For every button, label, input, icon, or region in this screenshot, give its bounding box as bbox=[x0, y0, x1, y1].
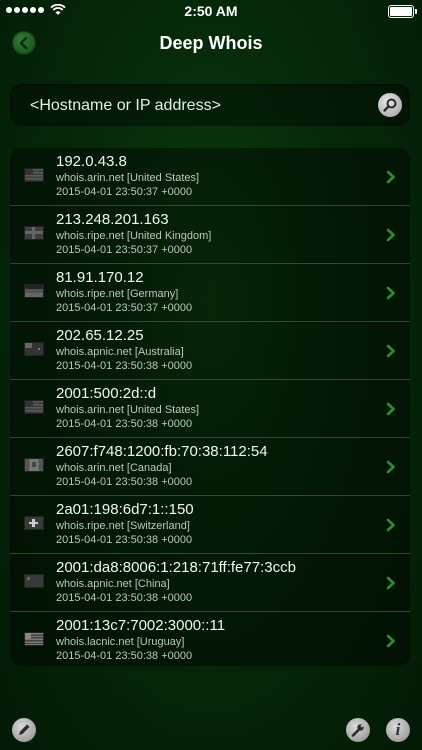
edit-button[interactable] bbox=[12, 718, 36, 742]
whois-history-row[interactable]: 2001:13c7:7002:3000::11whois.lacnic.net … bbox=[10, 612, 410, 666]
search-input[interactable] bbox=[28, 84, 372, 128]
chevron-right-icon bbox=[386, 344, 395, 358]
whois-server-label: whois.ripe.net [Germany] bbox=[56, 288, 179, 300]
host-label: 2607:f748:1200:fb:70:38:112:54 bbox=[56, 443, 268, 460]
status-bar: 2:50 AM bbox=[0, 0, 422, 22]
whois-server-label: whois.apnic.net [China] bbox=[56, 578, 170, 590]
wrench-icon bbox=[351, 724, 364, 737]
flag-icon bbox=[24, 342, 44, 356]
info-button[interactable]: i bbox=[386, 718, 410, 742]
whois-server-label: whois.arin.net [United States] bbox=[56, 404, 200, 416]
chevron-right-icon bbox=[386, 228, 395, 242]
chevron-right-icon bbox=[386, 634, 395, 648]
whois-history-row[interactable]: 2001:500:2d::dwhois.arin.net [United Sta… bbox=[10, 380, 410, 438]
flag-icon bbox=[24, 632, 44, 646]
whois-server-label: whois.lacnic.net [Uruguay] bbox=[56, 636, 185, 648]
timestamp-label: 2015-04-01 23:50:38 +0000 bbox=[56, 360, 193, 372]
whois-server-label: whois.arin.net [United States] bbox=[56, 172, 200, 184]
search-bar bbox=[10, 84, 410, 128]
host-label: 81.91.170.12 bbox=[56, 269, 144, 286]
settings-button[interactable] bbox=[346, 718, 370, 742]
whois-history-row[interactable]: 192.0.43.8 whois.arin.net [United States]… bbox=[10, 148, 410, 206]
chevron-right-icon bbox=[386, 170, 395, 184]
search-button[interactable] bbox=[378, 93, 402, 117]
timestamp-label: 2015-04-01 23:50:37 +0000 bbox=[56, 302, 193, 314]
flag-icon bbox=[24, 168, 44, 182]
chevron-right-icon bbox=[386, 402, 395, 416]
flag-icon bbox=[24, 458, 44, 472]
whois-server-label: whois.ripe.net [Switzerland] bbox=[56, 520, 190, 532]
timestamp-label: 2015-04-01 23:50:37 +0000 bbox=[56, 244, 193, 256]
whois-history-row[interactable]: 213.248.201.163 whois.ripe.net [United Ki… bbox=[10, 206, 410, 264]
host-label: 202.65.12.25 bbox=[56, 327, 144, 344]
chevron-right-icon bbox=[386, 518, 395, 532]
flag-icon bbox=[24, 574, 44, 588]
battery-icon bbox=[388, 5, 417, 18]
whois-history-row[interactable]: 2607:f748:1200:fb:70:38:112:54 whois.arin… bbox=[10, 438, 410, 496]
whois-server-label: whois.apnic.net [Australia] bbox=[56, 346, 184, 358]
timestamp-label: 2015-04-01 23:50:38 +0000 bbox=[56, 650, 193, 662]
navigation-bar: Deep Whois bbox=[0, 22, 422, 66]
host-label: 2a01:198:6d7:1::150 bbox=[56, 501, 194, 518]
whois-history-row[interactable]: 2a01:198:6d7:1::150whois.ripe.net [Switz… bbox=[10, 496, 410, 554]
host-label: 2001:13c7:7002:3000::11 bbox=[56, 617, 226, 634]
timestamp-label: 2015-04-01 23:50:38 +0000 bbox=[56, 476, 193, 488]
chevron-right-icon bbox=[386, 460, 395, 474]
whois-server-label: whois.ripe.net [United Kingdom] bbox=[56, 230, 212, 242]
bottom-toolbar: i bbox=[0, 706, 422, 750]
chevron-right-icon bbox=[386, 286, 395, 300]
whois-history-row[interactable]: 81.91.170.12 whois.ripe.net [Germany] 2015… bbox=[10, 264, 410, 322]
whois-history-row[interactable]: 202.65.12.25 whois.apnic.net [Australia] 2… bbox=[10, 322, 410, 380]
timestamp-label: 2015-04-01 23:50:38 +0000 bbox=[56, 418, 193, 430]
info-icon: i bbox=[395, 720, 401, 739]
whois-history-row[interactable]: 2001:da8:8006:1:218:71ff:fe77:3ccb whois.… bbox=[10, 554, 410, 612]
flag-icon bbox=[24, 284, 44, 298]
whois-history-list: 192.0.43.8 whois.arin.net [United States]… bbox=[10, 148, 410, 666]
host-label: 2001:da8:8006:1:218:71ff:fe77:3ccb bbox=[56, 559, 296, 576]
pencil-icon bbox=[19, 724, 30, 735]
whois-server-label: whois.arin.net [Canada] bbox=[56, 462, 172, 474]
flag-icon bbox=[24, 226, 44, 240]
timestamp-label: 2015-04-01 23:50:37 +0000 bbox=[56, 186, 193, 198]
flag-icon bbox=[24, 400, 44, 414]
page-title: Deep Whois bbox=[159, 33, 263, 53]
flag-icon bbox=[24, 516, 44, 530]
search-icon bbox=[383, 98, 397, 112]
timestamp-label: 2015-04-01 23:50:38 +0000 bbox=[56, 592, 193, 604]
timestamp-label: 2015-04-01 23:50:38 +0000 bbox=[56, 534, 193, 546]
host-label: 2001:500:2d::d bbox=[56, 385, 157, 402]
chevron-right-icon bbox=[386, 576, 395, 590]
host-label: 192.0.43.8 bbox=[56, 153, 127, 170]
status-time: 2:50 AM bbox=[184, 3, 238, 19]
host-label: 213.248.201.163 bbox=[56, 211, 169, 228]
